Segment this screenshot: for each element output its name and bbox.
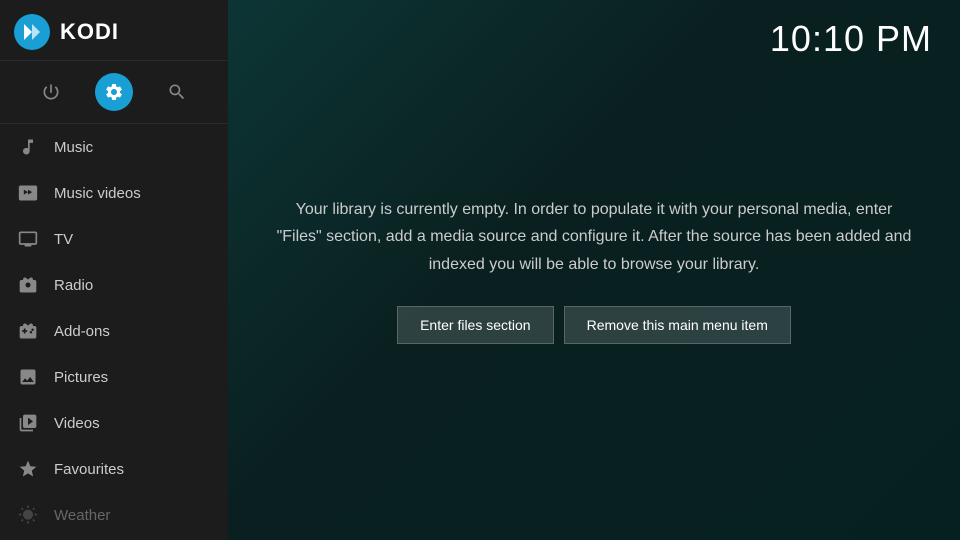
sidebar-item-tv[interactable]: TV <box>0 216 228 262</box>
weather-icon <box>16 503 40 527</box>
top-icon-bar <box>0 61 228 124</box>
remove-menu-item-button[interactable]: Remove this main menu item <box>564 306 791 344</box>
sidebar-item-pictures[interactable]: Pictures <box>0 354 228 400</box>
pictures-icon <box>16 365 40 389</box>
sidebar-item-weather-label: Weather <box>54 507 110 524</box>
action-buttons: Enter files section Remove this main men… <box>274 306 914 344</box>
sidebar-item-music-videos-label: Music videos <box>54 185 141 202</box>
sidebar-item-weather[interactable]: Weather <box>0 492 228 538</box>
kodi-logo-icon <box>14 14 50 50</box>
music-video-icon <box>16 181 40 205</box>
videos-icon <box>16 411 40 435</box>
sidebar-item-radio[interactable]: Radio <box>0 262 228 308</box>
sidebar-item-addons[interactable]: Add-ons <box>0 308 228 354</box>
sidebar-item-pictures-label: Pictures <box>54 369 108 386</box>
settings-button[interactable] <box>95 73 133 111</box>
main-content: 10:10 PM Your library is currently empty… <box>228 0 960 540</box>
sidebar-item-radio-label: Radio <box>54 277 93 294</box>
settings-icon <box>104 82 124 102</box>
sidebar-item-videos-label: Videos <box>54 415 100 432</box>
radio-icon <box>16 273 40 297</box>
music-icon <box>16 135 40 159</box>
sidebar-item-videos[interactable]: Videos <box>0 400 228 446</box>
sidebar-item-favourites-label: Favourites <box>54 461 124 478</box>
sidebar: KODI Music <box>0 0 228 540</box>
sidebar-item-music-label: Music <box>54 139 93 156</box>
sidebar-header: KODI <box>0 0 228 61</box>
power-icon <box>41 82 61 102</box>
power-button[interactable] <box>32 73 70 111</box>
addons-icon <box>16 319 40 343</box>
time-display: 10:10 PM <box>770 18 932 60</box>
sidebar-item-favourites[interactable]: Favourites <box>0 446 228 492</box>
tv-icon <box>16 227 40 251</box>
search-button[interactable] <box>158 73 196 111</box>
app-title: KODI <box>60 19 119 45</box>
favourites-icon <box>16 457 40 481</box>
sidebar-item-tv-label: TV <box>54 231 73 248</box>
library-empty-message: Your library is currently empty. In orde… <box>274 196 914 278</box>
search-icon <box>167 82 187 102</box>
content-box: Your library is currently empty. In orde… <box>254 176 934 364</box>
enter-files-button[interactable]: Enter files section <box>397 306 554 344</box>
sidebar-item-music[interactable]: Music <box>0 124 228 170</box>
sidebar-item-addons-label: Add-ons <box>54 323 110 340</box>
nav-list: Music Music videos TV <box>0 124 228 540</box>
sidebar-item-music-videos[interactable]: Music videos <box>0 170 228 216</box>
